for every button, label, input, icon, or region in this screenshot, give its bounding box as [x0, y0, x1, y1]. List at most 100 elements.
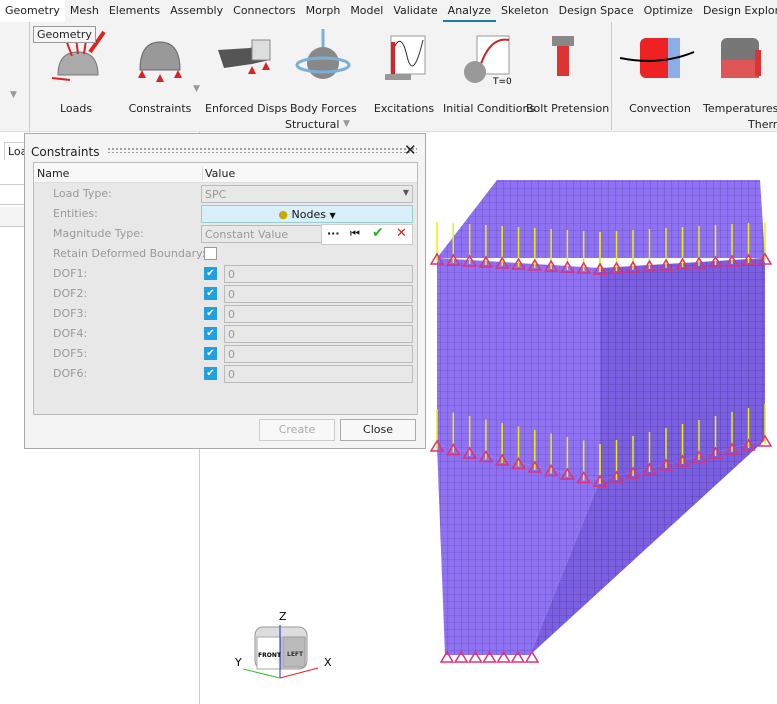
- excitations-tool[interactable]: Excitations: [372, 22, 436, 115]
- excitations-icon: [372, 22, 436, 92]
- bolt-pretension-label: Bolt Pretension: [526, 102, 610, 115]
- tooltip: Geometry: [33, 26, 96, 43]
- dof-label: DOF4:: [53, 327, 88, 340]
- body-forces-tool[interactable]: Body Forces: [290, 22, 357, 115]
- menu-elements[interactable]: Elements: [104, 0, 165, 22]
- retain-row: Retain Deformed Boundary:: [34, 244, 417, 264]
- initial-conditions-icon: T=0: [443, 22, 523, 92]
- dof-checkbox[interactable]: ✔: [204, 287, 217, 300]
- thermal-group-label: Therr: [748, 118, 777, 131]
- constraints-dialog: Constraints ✕ Name Value Load Type: SPC ▼…: [24, 133, 426, 449]
- dof-value-input[interactable]: 0: [224, 265, 413, 283]
- menu-assembly[interactable]: Assembly: [165, 0, 228, 22]
- menu-mesh[interactable]: Mesh: [65, 0, 104, 22]
- mesh-model[interactable]: [429, 180, 773, 663]
- drag-handle[interactable]: [107, 147, 417, 153]
- menu-analyze[interactable]: Analyze: [442, 0, 497, 22]
- y-label: Y: [234, 656, 242, 669]
- dof-checkbox[interactable]: ✔: [204, 307, 217, 320]
- bolt-pretension-tool[interactable]: Bolt Pretension: [526, 22, 610, 115]
- menu-validate[interactable]: Validate: [388, 0, 442, 22]
- close-icon[interactable]: ✕: [404, 141, 417, 159]
- constraints-dropdown-icon[interactable]: ▼: [193, 84, 200, 94]
- ribbon-collapse-icon[interactable]: ▼: [10, 90, 17, 100]
- check-icon[interactable]: ✔: [372, 225, 384, 241]
- x-label: X: [324, 656, 332, 669]
- magnitude-label: Magnitude Type:: [53, 227, 144, 240]
- dof-row: DOF1: ✔ 0: [34, 264, 417, 284]
- menu-geometry[interactable]: Geometry: [0, 0, 65, 22]
- y-axis: [242, 668, 281, 679]
- bolt-pretension-icon: [526, 22, 602, 92]
- magnitude-value: Constant Value: [205, 228, 289, 241]
- entities-selector[interactable]: ● Nodes ▼: [201, 205, 413, 223]
- dof-row: DOF2: ✔ 0: [34, 284, 417, 304]
- dof-value-input[interactable]: 0: [224, 305, 413, 323]
- body-forces-icon: [290, 22, 356, 92]
- col-value: Value: [202, 167, 235, 180]
- menu-skeleton[interactable]: Skeleton: [496, 0, 554, 22]
- dof-value-input[interactable]: 0: [224, 325, 413, 343]
- load-type-value: SPC: [205, 188, 227, 201]
- triad-front-label: FRONT: [258, 652, 282, 659]
- enforced-disps-icon: [205, 22, 283, 92]
- dof-row: DOF5: ✔ 0: [34, 344, 417, 364]
- dialog-title: Constraints: [31, 145, 100, 159]
- triad-left-label: LEFT: [287, 651, 304, 658]
- temperatures-tool[interactable]: Temperatures: [703, 22, 777, 115]
- enforced-disps-label: Enforced Disps: [205, 102, 288, 115]
- cancel-icon[interactable]: ✕: [396, 226, 407, 241]
- dof-label: DOF6:: [53, 367, 88, 380]
- create-button[interactable]: Create: [259, 419, 335, 441]
- structural-dropdown-icon[interactable]: ▼: [343, 119, 350, 129]
- chevron-down-icon: ▼: [329, 211, 336, 220]
- convection-label: Convection: [629, 102, 691, 115]
- dof-checkbox[interactable]: ✔: [204, 367, 217, 380]
- body-forces-label: Body Forces: [290, 102, 357, 115]
- initial-conditions-tool[interactable]: T=0 Initial Conditions: [443, 22, 536, 115]
- reset-icon[interactable]: ⏮: [350, 227, 360, 241]
- enforced-disps-tool[interactable]: Enforced Disps: [205, 22, 288, 115]
- menu-connectors[interactable]: Connectors: [228, 0, 300, 22]
- dof-value-input[interactable]: 0: [224, 345, 413, 363]
- excitations-label: Excitations: [373, 102, 435, 115]
- magnitude-row: Magnitude Type: Constant Value ··· ⏮ ✔ ✕: [34, 224, 417, 245]
- dof-value-input[interactable]: 0: [224, 365, 413, 383]
- dof-label: DOF5:: [53, 347, 88, 360]
- selection-toolbar: ··· ⏮ ✔ ✕: [321, 224, 413, 245]
- t0-label: T=0: [492, 77, 512, 85]
- dof-label: DOF3:: [53, 307, 88, 320]
- dof-checkbox[interactable]: ✔: [204, 327, 217, 340]
- load-type-label: Load Type:: [53, 187, 112, 200]
- dof-checkbox[interactable]: ✔: [204, 267, 217, 280]
- dof-row: DOF6: ✔ 0: [34, 364, 417, 384]
- col-name: Name: [37, 167, 70, 180]
- entities-label: Entities:: [53, 207, 98, 220]
- menu-morph[interactable]: Morph: [301, 0, 346, 22]
- retain-label: Retain Deformed Boundary:: [53, 247, 206, 260]
- load-type-select[interactable]: SPC ▼: [201, 185, 413, 203]
- dof-label: DOF2:: [53, 287, 88, 300]
- constraints-tool[interactable]: Constraints: [125, 22, 195, 115]
- convection-tool[interactable]: Convection: [620, 22, 700, 115]
- menu-design-space[interactable]: Design Space: [554, 0, 639, 22]
- temperatures-icon: [703, 22, 777, 92]
- constraints-label: Constraints: [128, 102, 192, 115]
- dof-checkbox[interactable]: ✔: [204, 347, 217, 360]
- convection-icon: [620, 22, 700, 92]
- retain-checkbox[interactable]: [204, 247, 217, 260]
- z-label: Z: [279, 610, 287, 623]
- property-grid: Name Value Load Type: SPC ▼ Entities: ● N…: [33, 162, 418, 415]
- more-options-button[interactable]: ···: [327, 227, 340, 240]
- dof-value-input[interactable]: 0: [224, 285, 413, 303]
- loads-label: Loads: [59, 102, 93, 115]
- close-button[interactable]: Close: [340, 419, 416, 441]
- menu-bar: Geometry Mesh Elements Assembly Connecto…: [0, 0, 777, 22]
- menu-model[interactable]: Model: [345, 0, 388, 22]
- view-triad[interactable]: FRONT LEFT Z X Y: [234, 610, 332, 679]
- dof-label: DOF1:: [53, 267, 88, 280]
- menu-design-explorer[interactable]: Design Explorer: [698, 0, 777, 22]
- initial-conditions-label: Initial Conditions: [443, 102, 536, 115]
- load-type-row: Load Type: SPC ▼: [34, 184, 417, 204]
- menu-optimize[interactable]: Optimize: [639, 0, 698, 22]
